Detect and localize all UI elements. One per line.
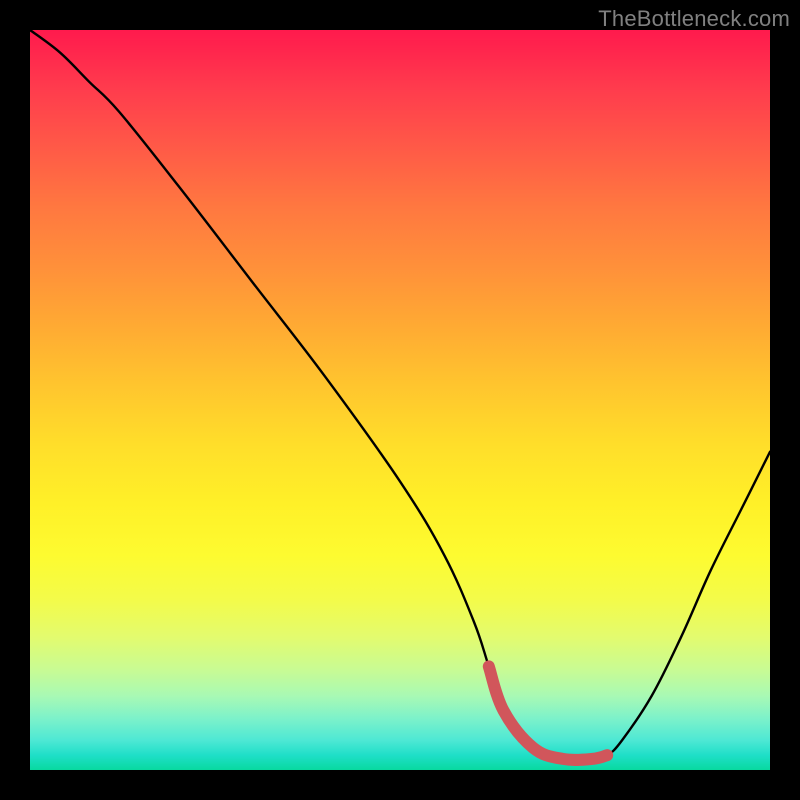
bottleneck-curve xyxy=(30,30,770,760)
curve-svg xyxy=(30,30,770,770)
plot-area xyxy=(30,30,770,770)
bottleneck-optimal-range xyxy=(489,666,607,760)
watermark-text: TheBottleneck.com xyxy=(598,6,790,32)
chart-container: TheBottleneck.com xyxy=(0,0,800,800)
